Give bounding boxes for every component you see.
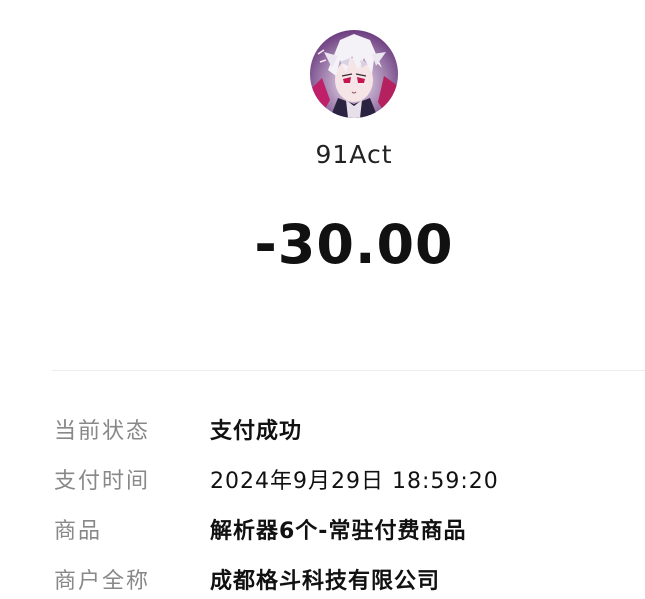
status-value: 支付成功 xyxy=(210,419,303,444)
product-value: 解析器6个-常驻付费商品 xyxy=(210,519,467,544)
detail-row-merchant-full-name: 商户全称 成都格斗科技有限公司 xyxy=(0,565,645,599)
merchant-name: 91Act xyxy=(315,140,393,169)
payment-amount: -30.00 xyxy=(254,213,454,276)
payment-time-value: 2024年9月29日 18:59:20 xyxy=(210,469,499,494)
status-label: 当前状态 xyxy=(54,419,151,444)
detail-row-product: 商品 解析器6个-常驻付费商品 xyxy=(0,515,645,549)
detail-row-payment-time: 支付时间 2024年9月29日 18:59:20 xyxy=(0,465,645,499)
anime-character-avatar-icon xyxy=(310,30,398,118)
product-label: 商品 xyxy=(54,519,103,544)
merchant-full-name-label: 商户全称 xyxy=(54,569,151,594)
payment-time-label: 支付时间 xyxy=(54,469,151,494)
section-divider xyxy=(52,370,645,371)
merchant-avatar xyxy=(310,30,398,118)
detail-row-status: 当前状态 支付成功 xyxy=(0,415,645,449)
merchant-full-name-value: 成都格斗科技有限公司 xyxy=(210,569,441,594)
